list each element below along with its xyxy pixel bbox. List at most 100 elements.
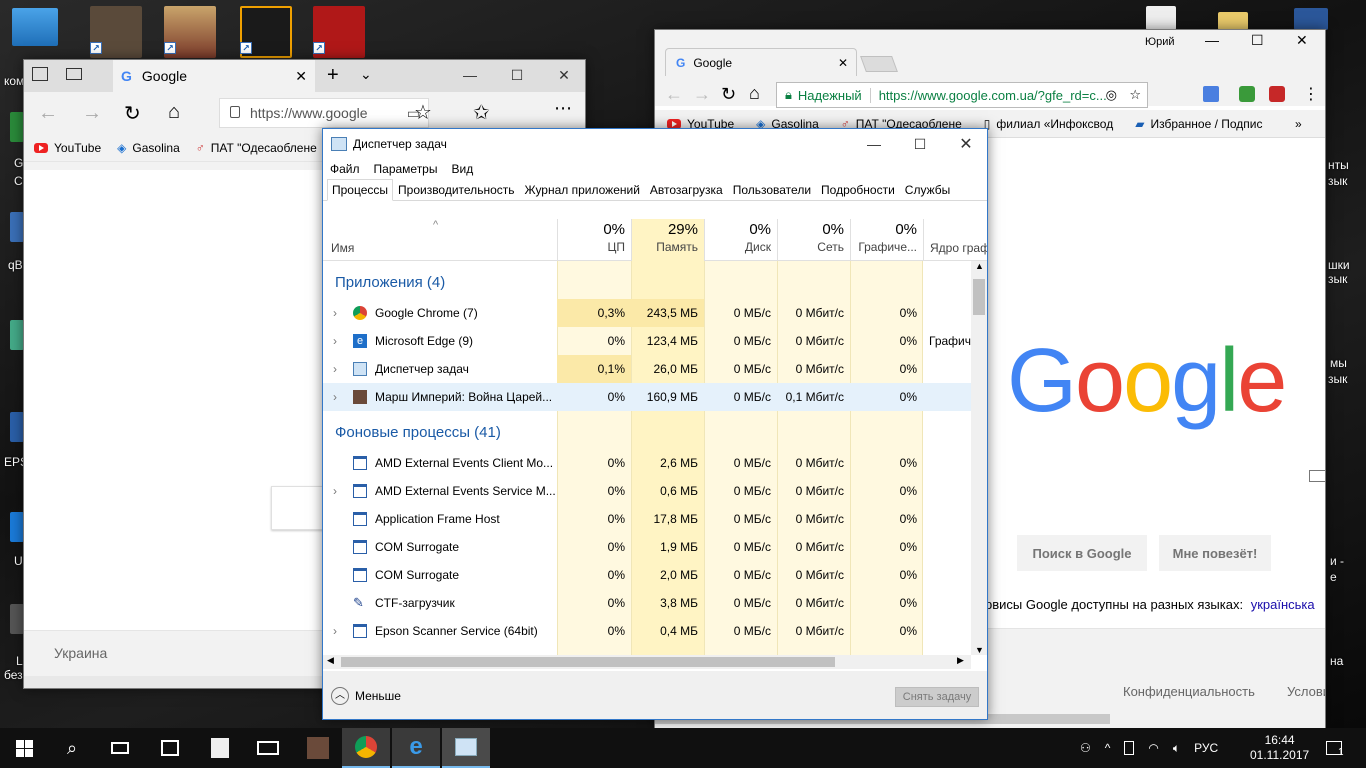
edge-taskbar-button[interactable]: e	[392, 728, 440, 768]
expand-chevron-icon[interactable]: ›	[333, 355, 337, 383]
close-button[interactable]: ✕	[943, 129, 987, 159]
expand-chevron-icon[interactable]: ›	[333, 477, 337, 505]
back-icon[interactable]: ←	[665, 84, 683, 105]
scroll-thumb[interactable]	[341, 657, 835, 667]
keyboard-icon[interactable]	[1309, 470, 1325, 482]
terms-link[interactable]: Услови	[1287, 684, 1325, 699]
home-icon[interactable]: ⌂	[749, 83, 760, 104]
favorite-odesaoblenergo[interactable]: ♂ ПАТ "Одесаоблене	[196, 141, 317, 155]
game-taskbar-button[interactable]	[294, 728, 342, 768]
column-name[interactable]: Имя	[331, 241, 354, 255]
expand-chevron-icon[interactable]: ›	[333, 327, 337, 355]
google-search-button[interactable]: Поиск в Google	[1017, 535, 1147, 571]
favorite-gasolina[interactable]: ◈ Gasolina	[117, 141, 180, 155]
new-tab-button[interactable]	[860, 56, 898, 72]
address-bar[interactable]: https://www.google ▭	[219, 98, 429, 128]
expand-chevron-icon[interactable]: ›	[333, 617, 337, 645]
tab-processes[interactable]: Процессы	[327, 179, 394, 201]
volume-icon[interactable]: 🔈︎	[1173, 741, 1180, 756]
show-hidden-icons[interactable]: ^	[1105, 741, 1111, 755]
table-row[interactable]: AMD External Events Client Mo... 0% 2,6 …	[323, 449, 971, 477]
minimize-button[interactable]: —	[851, 129, 897, 159]
column-cpu[interactable]: 0% ЦП	[557, 219, 631, 261]
epson-desktop-icon[interactable]	[10, 412, 24, 442]
table-row[interactable]: COM Surrogate 0% 1,9 МБ 0 МБ/с 0 Мбит/с …	[323, 533, 971, 561]
tab-preview-icon[interactable]	[32, 67, 48, 81]
fewer-details-button[interactable]: ︿ Меньше	[331, 687, 401, 705]
table-row[interactable]: COM Surrogate 0% 2,0 МБ 0 МБ/с 0 Мбит/с …	[323, 561, 971, 589]
store-button[interactable]	[146, 728, 194, 768]
chrome-tab-google[interactable]: G Google ✕	[665, 48, 857, 76]
close-tab-icon[interactable]: ✕	[838, 56, 848, 70]
new-tab-icon[interactable]: +	[327, 64, 339, 87]
tab-users[interactable]: Пользователи	[728, 179, 816, 201]
minimize-button[interactable]: —	[1205, 32, 1219, 48]
bookmark-infoxvod[interactable]: ▯ филиал «Инфоксвод	[984, 117, 1113, 131]
minimize-button[interactable]: —	[447, 60, 493, 90]
maximize-button[interactable]: ☐	[1251, 32, 1264, 49]
more-bookmarks-icon[interactable]: »	[1295, 117, 1302, 131]
app-desktop-icon[interactable]	[10, 320, 24, 350]
horizontal-scrollbar[interactable]: ◀ ▶	[323, 655, 971, 669]
battery-icon[interactable]	[1124, 741, 1135, 755]
end-task-button[interactable]: Снять задачу	[895, 687, 979, 707]
tab-startup[interactable]: Автозагрузка	[645, 179, 728, 201]
column-gpu-engine[interactable]: Ядро граф	[923, 219, 987, 261]
scroll-right-icon[interactable]: ▶	[957, 655, 964, 666]
im-feeling-lucky-button[interactable]: Мне повезёт!	[1159, 535, 1271, 571]
tab-details[interactable]: Подробности	[816, 179, 900, 201]
shield-extension-icon[interactable]	[1239, 86, 1255, 102]
column-disk[interactable]: 0% Диск	[704, 219, 777, 261]
refresh-icon[interactable]: ↻	[124, 101, 141, 126]
app-desktop-icon[interactable]	[10, 604, 24, 634]
close-tab-icon[interactable]: ✕	[295, 68, 307, 85]
forward-icon[interactable]: →	[693, 84, 711, 105]
table-row[interactable]: › e Microsoft Edge (9) 0% 123,4 МБ 0 МБ/…	[323, 327, 971, 355]
table-row[interactable]: ✎ CTF-загрузчик 0% 3,8 МБ 0 МБ/с 0 Мбит/…	[323, 589, 971, 617]
tab-performance[interactable]: Производительность	[393, 179, 519, 201]
menu-options[interactable]: Параметры	[374, 162, 438, 176]
close-button[interactable]: ✕	[541, 60, 585, 90]
this-pc-icon[interactable]	[12, 8, 58, 46]
wifi-icon[interactable]: ◠	[1148, 741, 1158, 755]
table-row[interactable]: › AMD External Events Service M... 0% 0,…	[323, 477, 971, 505]
favorite-youtube[interactable]: YouTube	[34, 141, 101, 155]
input-language[interactable]: РУС	[1194, 741, 1218, 755]
folder-desktop-icon[interactable]	[1218, 12, 1248, 30]
bookmark-star-icon[interactable]: ☆	[1129, 87, 1141, 103]
maximize-button[interactable]: ☐	[897, 129, 943, 159]
language-link[interactable]: українська	[1251, 597, 1315, 612]
privacy-link[interactable]: Конфиденциальность	[1123, 684, 1255, 699]
section-apps[interactable]: Приложения (4)	[323, 267, 971, 297]
home-icon[interactable]: ⌂	[168, 101, 180, 124]
edge-tab-google[interactable]: G Google ✕	[113, 60, 315, 92]
close-button[interactable]: ✕	[1296, 32, 1308, 49]
more-icon[interactable]: ⋯	[554, 98, 572, 119]
clock[interactable]: 16:44 01.11.2017	[1250, 728, 1309, 768]
people-icon[interactable]: ⚇	[1080, 741, 1091, 755]
scroll-up-icon[interactable]: ▲	[975, 261, 984, 271]
expand-chevron-icon[interactable]: ›	[333, 383, 337, 411]
maximize-button[interactable]: ☐	[494, 60, 540, 90]
chrome-taskbar-button[interactable]	[342, 728, 390, 768]
task-view-button[interactable]	[96, 728, 144, 768]
tab-services[interactable]: Службы	[900, 179, 955, 201]
table-row-selected[interactable]: › Марш Империй: Война Царей... 0% 160,9 …	[323, 383, 971, 411]
table-row[interactable]: Application Frame Host 0% 17,8 МБ 0 МБ/с…	[323, 505, 971, 533]
forward-icon[interactable]: →	[82, 102, 102, 125]
chevron-down-icon[interactable]: ⌄	[360, 66, 372, 83]
bookmark-favorites[interactable]: ▰ Избранное / Подпис	[1135, 117, 1262, 131]
menu-file[interactable]: Файл	[330, 162, 360, 176]
qbittorrent-desktop-icon[interactable]	[10, 212, 24, 242]
start-button[interactable]	[0, 728, 48, 768]
scroll-left-icon[interactable]: ◀	[327, 655, 334, 666]
back-icon[interactable]: ←	[38, 102, 58, 125]
column-network[interactable]: 0% Сеть	[777, 219, 850, 261]
set-tabs-aside-icon[interactable]	[66, 68, 82, 80]
menu-view[interactable]: Вид	[451, 162, 473, 176]
table-row[interactable]: › Epson Scanner Service (64bit) 0% 0,4 М…	[323, 617, 971, 645]
red-extension-icon[interactable]	[1269, 86, 1285, 102]
wordpad-button[interactable]	[196, 728, 244, 768]
favorites-hub-icon[interactable]: ✩	[473, 100, 490, 125]
task-manager-taskbar-button[interactable]	[442, 728, 490, 768]
